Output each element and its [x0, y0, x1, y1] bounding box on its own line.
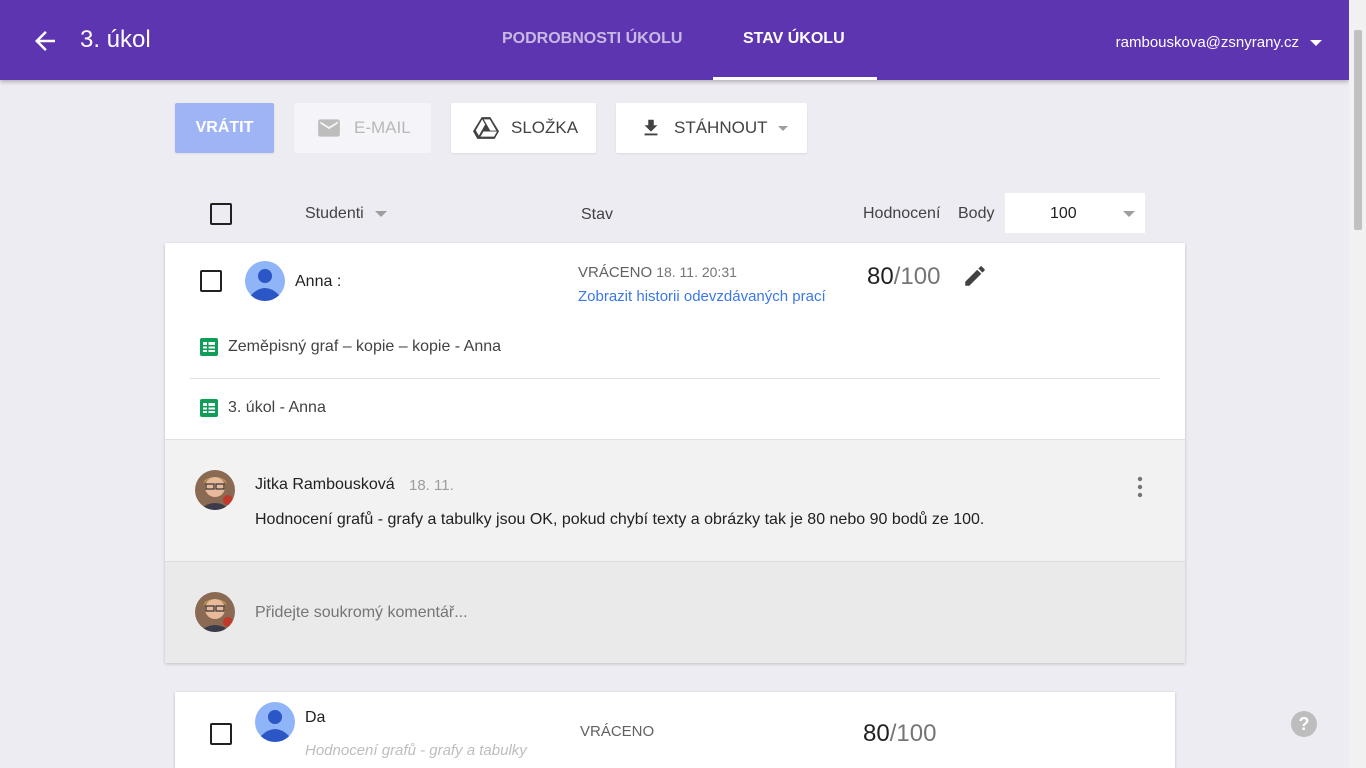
- points-select-value: 100: [1050, 205, 1077, 222]
- grade-numerator: 80: [867, 263, 894, 290]
- mail-icon: [318, 119, 340, 137]
- attachment-file-name: Zeměpisný graf – kopie – kopie - Anna: [228, 338, 502, 355]
- avatar: [255, 702, 295, 742]
- status-badge: VRÁCENO 18. 11. 20:31: [578, 264, 737, 281]
- return-button-label: VRÁTIT: [195, 119, 254, 136]
- download-icon: [644, 119, 658, 136]
- comment-date: 18. 11.: [409, 477, 454, 494]
- scrollbar[interactable]: [1349, 0, 1366, 768]
- grade-value[interactable]: 80/100: [867, 263, 940, 291]
- submission-history-link[interactable]: Zobrazit historii odevzdávaných prací: [578, 288, 826, 305]
- download-button[interactable]: STÁHNOUT: [616, 103, 807, 153]
- page-title: 3. úkol: [80, 26, 151, 53]
- status-date: 18. 11. 20:31: [656, 264, 737, 280]
- sheets-icon: [200, 338, 218, 356]
- tab-assignment-details[interactable]: PODROBNOSTI ÚKOLU: [502, 30, 682, 48]
- points-select[interactable]: 100: [1005, 193, 1145, 233]
- grade-denominator: /100: [889, 720, 937, 747]
- avatar: [195, 470, 235, 510]
- dropdown-icon: [777, 125, 788, 131]
- private-comment-composer: [165, 561, 1185, 663]
- more-vert-icon[interactable]: [1133, 474, 1147, 505]
- active-tab-indicator: [713, 77, 877, 80]
- comment-author: Jitka Rambousková: [255, 476, 395, 493]
- app-header: 3. úkol PODROBNOSTI ÚKOLU STAV ÚKOLU ram…: [0, 0, 1349, 80]
- pencil-icon[interactable]: [962, 263, 988, 294]
- status-column-header: Stav: [581, 206, 614, 223]
- student-name[interactable]: Da: [305, 709, 325, 727]
- email-button-label: E-MAIL: [354, 118, 411, 137]
- attachment-file-name: 3. úkol - Anna: [228, 399, 326, 416]
- grade-column-header: Hodnocení: [863, 205, 941, 222]
- folder-button[interactable]: SLOŽKA: [451, 103, 596, 153]
- attachment-file[interactable]: 3. úkol - Anna: [200, 399, 326, 417]
- private-comment-input[interactable]: [255, 604, 855, 622]
- back-arrow-icon[interactable]: [30, 26, 60, 56]
- avatar: [195, 592, 235, 632]
- attachment-file[interactable]: Zeměpisný graf – kopie – kopie - Anna: [200, 338, 501, 356]
- grade-denominator: /100: [893, 263, 941, 290]
- folder-button-label: SLOŽKA: [511, 118, 579, 137]
- select-all-checkbox[interactable]: [210, 203, 232, 225]
- student-card: Anna : VRÁCENO 18. 11. 20:31 Zobrazit his…: [165, 243, 1185, 663]
- student-checkbox[interactable]: [200, 270, 222, 292]
- email-button[interactable]: E-MAIL: [294, 103, 431, 153]
- points-label: Body: [958, 205, 995, 222]
- student-name[interactable]: Anna :: [295, 273, 341, 291]
- student-card: Da Hodnocení grafů - grafy a tabulky VRÁ…: [175, 692, 1175, 768]
- student-checkbox[interactable]: [210, 723, 232, 745]
- sort-dropdown-icon[interactable]: [375, 211, 387, 217]
- dropdown-icon[interactable]: [1310, 40, 1322, 46]
- status-text: VRÁCENO: [578, 264, 653, 281]
- comment-text: Hodnocení grafů - grafy a tabulky jsou O…: [255, 511, 985, 528]
- private-comment: Jitka Rambousková 18. 11. Hodnocení graf…: [165, 439, 1185, 561]
- divider: [190, 378, 1160, 379]
- return-button[interactable]: VRÁTIT: [175, 103, 274, 153]
- grade-numerator: 80: [863, 720, 890, 747]
- sheets-icon: [200, 399, 218, 417]
- status-text: VRÁCENO: [580, 723, 655, 740]
- grade-value[interactable]: 80/100: [863, 720, 936, 748]
- help-icon[interactable]: ?: [1291, 711, 1317, 737]
- comment-preview: Hodnocení grafů - grafy a tabulky: [305, 742, 527, 759]
- download-button-label: STÁHNOUT: [674, 118, 768, 137]
- tab-assignment-status[interactable]: STAV ÚKOLU: [743, 30, 845, 48]
- avatar: [245, 261, 285, 301]
- account-menu[interactable]: rambouskova@zsnyrany.cz: [1116, 34, 1299, 51]
- students-column-header[interactable]: Studenti: [305, 205, 364, 223]
- scrollbar-thumb[interactable]: [1354, 30, 1362, 230]
- drive-icon: [473, 117, 499, 139]
- dropdown-icon: [1123, 211, 1135, 217]
